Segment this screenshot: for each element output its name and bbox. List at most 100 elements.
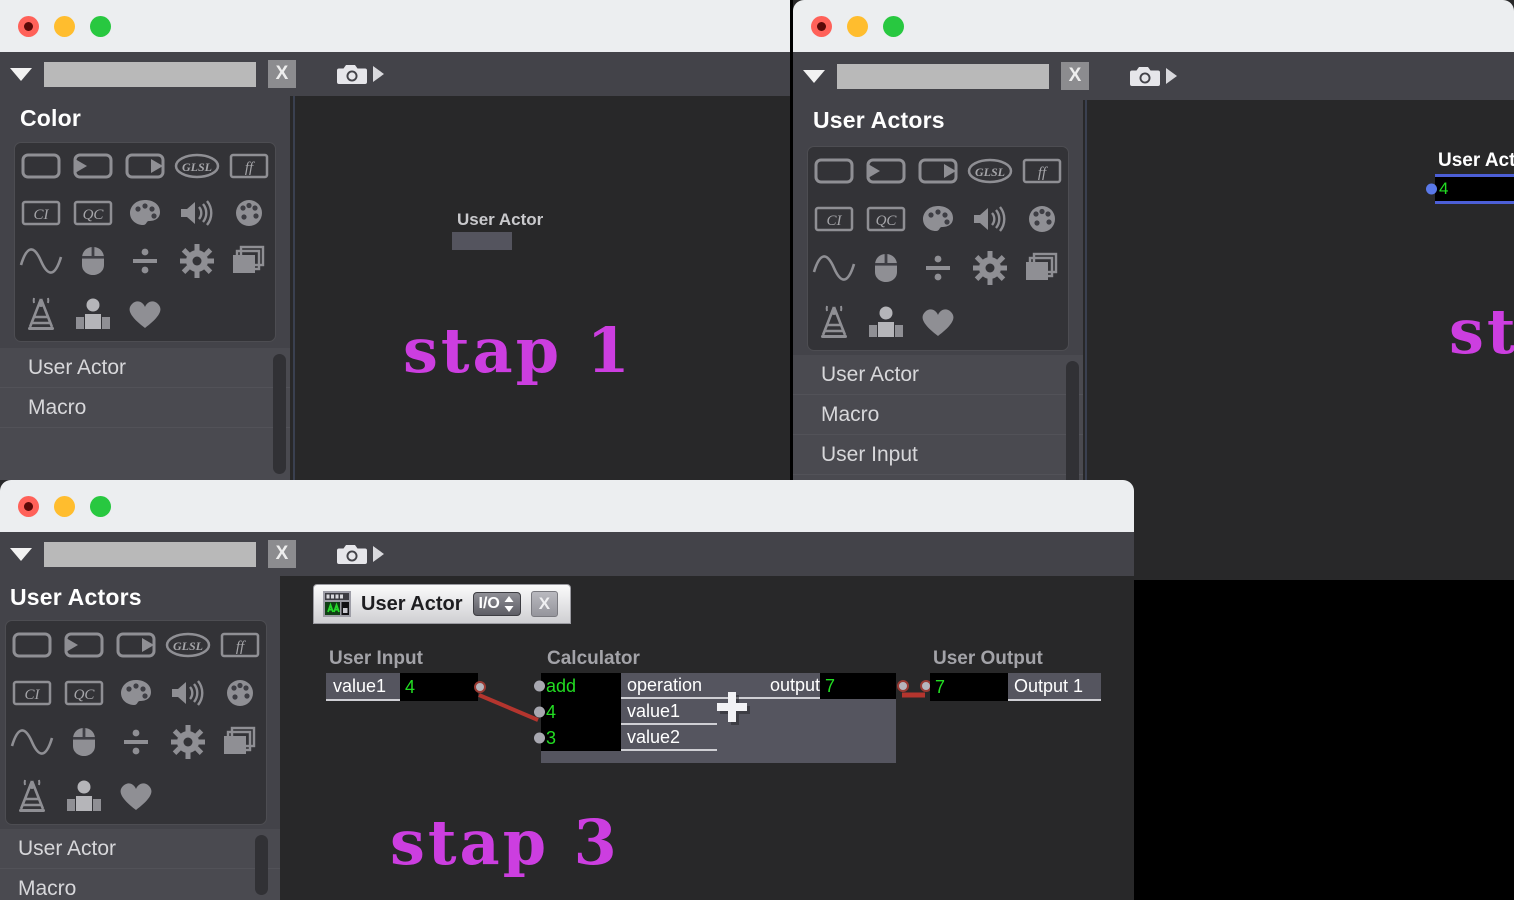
- speaker-icon[interactable]: [169, 678, 207, 708]
- color-wheel-icon[interactable]: [224, 678, 256, 708]
- node-port-value[interactable]: 7: [820, 673, 896, 699]
- heart-icon[interactable]: [117, 780, 155, 812]
- calculator-output-row[interactable]: output 7: [740, 673, 896, 699]
- color-wheel-icon[interactable]: [233, 198, 265, 228]
- node-input-port[interactable]: [534, 732, 545, 744]
- user-actor-node[interactable]: 4 value1 Output 1 7: [1426, 174, 1514, 204]
- io-dropdown-button[interactable]: I/O: [472, 592, 521, 616]
- mouse-icon[interactable]: [71, 726, 97, 758]
- window3-titlebar[interactable]: [0, 480, 1134, 532]
- divide-icon[interactable]: [129, 246, 161, 276]
- calculator-output-connector-dot[interactable]: [897, 680, 909, 692]
- rect-arrow-out-icon[interactable]: [116, 631, 156, 659]
- mouse-icon[interactable]: [80, 245, 106, 277]
- list-item[interactable]: Macro: [0, 869, 280, 900]
- rounded-rect-icon[interactable]: [12, 631, 52, 659]
- tab-close-button[interactable]: X: [530, 591, 558, 617]
- ci-icon[interactable]: CI: [814, 205, 854, 233]
- window3-item-list[interactable]: User Actor Macro: [0, 829, 280, 900]
- minimize-dot[interactable]: [847, 15, 868, 37]
- user-input-node[interactable]: value1 4: [326, 673, 478, 701]
- list-scrollbar[interactable]: [273, 354, 286, 474]
- minimize-dot[interactable]: [54, 495, 75, 517]
- play-triangle-icon[interactable]: [1166, 68, 1177, 84]
- ff-icon[interactable]: ff: [1022, 157, 1062, 185]
- node-row[interactable]: 7 Output 1: [930, 673, 1101, 701]
- divide-icon[interactable]: [120, 727, 152, 757]
- divide-icon[interactable]: [922, 253, 954, 283]
- play-triangle-icon[interactable]: [373, 546, 384, 562]
- qc-icon[interactable]: QC: [866, 205, 906, 233]
- broadcast-tower-icon[interactable]: [13, 777, 51, 815]
- palette-icon[interactable]: [921, 204, 955, 234]
- rounded-rect-icon[interactable]: [21, 152, 61, 180]
- search-input[interactable]: [44, 61, 256, 87]
- speaker-icon[interactable]: [178, 198, 216, 228]
- zoom-dot[interactable]: [90, 15, 111, 37]
- node-port-value[interactable]: add: [541, 673, 621, 699]
- play-triangle-icon[interactable]: [373, 66, 384, 82]
- layers-icon[interactable]: [222, 726, 258, 758]
- palette-icon[interactable]: [128, 198, 162, 228]
- node-input-port[interactable]: [1426, 183, 1437, 195]
- mouse-icon[interactable]: [873, 252, 899, 284]
- camera-icon[interactable]: [1129, 64, 1161, 89]
- camera-control-group[interactable]: [336, 62, 384, 87]
- list-item[interactable]: User Actor: [0, 348, 290, 388]
- qc-icon[interactable]: QC: [64, 679, 104, 707]
- layers-icon[interactable]: [231, 245, 267, 277]
- node-input-port[interactable]: [534, 680, 545, 692]
- window1-item-list[interactable]: User Actor Macro: [0, 348, 290, 480]
- node-input-port[interactable]: [534, 706, 545, 718]
- clear-search-button[interactable]: X: [268, 60, 296, 88]
- close-dot[interactable]: [811, 15, 832, 37]
- glsl-icon[interactable]: GLSL: [174, 151, 220, 181]
- color-wheel-icon[interactable]: [1026, 204, 1058, 234]
- gear-icon[interactable]: [180, 244, 214, 279]
- close-dot[interactable]: [18, 495, 39, 517]
- node-port-value[interactable]: 3: [541, 725, 621, 751]
- clear-search-button[interactable]: X: [268, 540, 296, 568]
- zoom-dot[interactable]: [90, 495, 111, 517]
- people-icon[interactable]: [868, 305, 904, 339]
- window1-canvas[interactable]: User Actor stap 1: [293, 96, 790, 480]
- ff-icon[interactable]: ff: [220, 631, 260, 659]
- sine-wave-icon[interactable]: [812, 254, 856, 282]
- search-input[interactable]: [837, 63, 1049, 89]
- user-output-node[interactable]: 7 Output 1: [930, 673, 1101, 701]
- triangle-down-icon[interactable]: [803, 69, 825, 83]
- palette-icon[interactable]: [119, 678, 153, 708]
- window3-canvas[interactable]: User Input value1 4 Calculator add opera…: [285, 624, 1134, 900]
- node-port-value[interactable]: 7: [930, 673, 1008, 701]
- node-row[interactable]: value1 4: [326, 673, 478, 701]
- ci-icon[interactable]: CI: [21, 199, 61, 227]
- tab-user-actor[interactable]: User Actor I/O X: [313, 584, 571, 624]
- rect-arrow-out-icon[interactable]: [125, 152, 165, 180]
- clear-search-button[interactable]: X: [1061, 62, 1089, 90]
- output-connector-dot[interactable]: [474, 681, 486, 693]
- palette-icon-grid[interactable]: GLSL ff CI QC: [5, 620, 267, 825]
- ci-icon[interactable]: CI: [12, 679, 52, 707]
- triangle-down-icon[interactable]: [10, 67, 32, 81]
- palette-icon-grid[interactable]: GLSL ff CI QC: [14, 142, 276, 342]
- close-dot[interactable]: [18, 15, 39, 37]
- window1-titlebar[interactable]: [0, 0, 790, 52]
- broadcast-tower-icon[interactable]: [22, 295, 60, 333]
- glsl-icon[interactable]: GLSL: [165, 630, 211, 660]
- camera-control-group[interactable]: [336, 542, 384, 567]
- speaker-icon[interactable]: [971, 204, 1009, 234]
- gear-icon[interactable]: [171, 725, 205, 760]
- triangle-down-icon[interactable]: [10, 547, 32, 561]
- user-actor-node-body[interactable]: [452, 232, 512, 250]
- glsl-icon[interactable]: GLSL: [967, 156, 1013, 186]
- list-item[interactable]: User Actor: [0, 829, 280, 869]
- camera-icon[interactable]: [336, 62, 368, 87]
- rounded-rect-icon[interactable]: [814, 157, 854, 185]
- minimize-dot[interactable]: [54, 15, 75, 37]
- window2-canvas[interactable]: User Actor 4 value1 Output 1 7 stap 2: [1085, 100, 1514, 580]
- people-icon[interactable]: [75, 297, 111, 331]
- node-port-value[interactable]: 4: [541, 699, 621, 725]
- broadcast-tower-icon[interactable]: [815, 303, 853, 341]
- window2-titlebar[interactable]: [793, 0, 1514, 52]
- list-item[interactable]: Macro: [0, 388, 290, 428]
